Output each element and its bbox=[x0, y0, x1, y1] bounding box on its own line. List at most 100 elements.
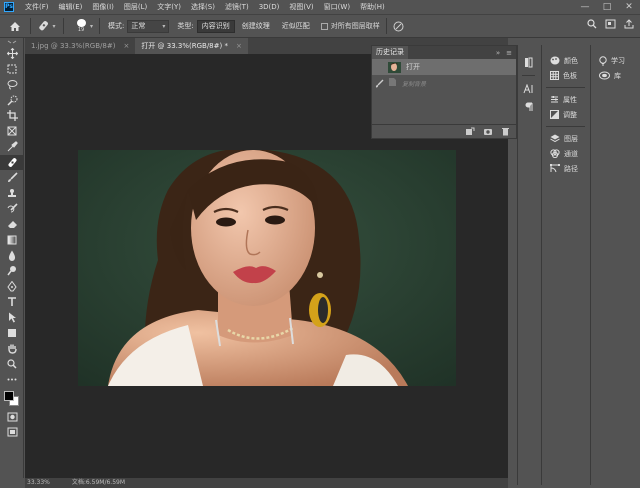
color-swatches[interactable] bbox=[0, 387, 23, 409]
adjustments-icon bbox=[550, 110, 559, 119]
menu-edit[interactable]: 编辑(E) bbox=[54, 2, 88, 12]
dodge-tool[interactable] bbox=[0, 263, 24, 279]
pen-tool[interactable] bbox=[0, 279, 24, 295]
menu-layer[interactable]: 图层(L) bbox=[119, 2, 152, 12]
document-image[interactable] bbox=[78, 150, 456, 386]
mode-value: 正常 bbox=[131, 21, 146, 30]
channels-panel-button[interactable]: 通道 bbox=[542, 146, 589, 161]
blur-drop-icon bbox=[8, 250, 16, 261]
history-source-slot[interactable] bbox=[372, 59, 386, 75]
gradient-tool[interactable] bbox=[0, 232, 24, 248]
menu-view[interactable]: 视图(V) bbox=[284, 2, 318, 12]
quick-select-tool[interactable] bbox=[0, 93, 24, 109]
stamp-tool[interactable] bbox=[0, 186, 24, 202]
history-panel-button[interactable] bbox=[518, 53, 539, 71]
eyedropper-tool[interactable] bbox=[0, 139, 24, 155]
history-icon bbox=[524, 57, 532, 67]
path-select-tool[interactable] bbox=[0, 310, 24, 326]
menu-help[interactable]: 帮助(H) bbox=[355, 2, 390, 12]
layers-panel-button[interactable]: 图层 bbox=[542, 131, 589, 146]
healing-brush-tool[interactable] bbox=[0, 154, 24, 170]
mode-select[interactable]: 正常 ▾ bbox=[127, 19, 170, 33]
new-document-from-state-icon[interactable] bbox=[465, 127, 475, 136]
proximity-match-button[interactable]: 近似匹配 bbox=[277, 20, 315, 33]
screen-mode-button[interactable] bbox=[0, 425, 24, 441]
pressure-size-icon[interactable] bbox=[393, 21, 404, 32]
chevron-down-icon[interactable]: ▾ bbox=[90, 23, 93, 30]
menu-window[interactable]: 窗口(W) bbox=[319, 2, 355, 12]
toolbar-grip[interactable] bbox=[0, 38, 24, 46]
history-brush-tool[interactable] bbox=[0, 201, 24, 217]
history-brush-icon bbox=[7, 203, 18, 213]
share-icon[interactable] bbox=[624, 19, 634, 29]
separator bbox=[63, 18, 64, 34]
character-panel-button[interactable] bbox=[518, 80, 539, 98]
checkbox-box bbox=[320, 22, 328, 30]
brush-size-picker[interactable]: 19 bbox=[74, 19, 88, 33]
brush-tool[interactable] bbox=[0, 170, 24, 186]
history-tab[interactable]: 历史记录 bbox=[372, 46, 408, 59]
paragraph-panel-button[interactable] bbox=[518, 98, 539, 116]
foreground-color[interactable] bbox=[4, 391, 14, 401]
frame-tool[interactable] bbox=[0, 124, 24, 140]
tools-panel bbox=[0, 38, 24, 478]
type-tool[interactable] bbox=[0, 294, 24, 310]
menu-type[interactable]: 文字(Y) bbox=[152, 2, 186, 12]
tab-close-icon[interactable]: × bbox=[236, 38, 242, 54]
collapse-panel-icon[interactable]: » bbox=[496, 49, 500, 57]
separator bbox=[99, 18, 101, 34]
blur-tool[interactable] bbox=[0, 248, 24, 264]
tool-preset-picker[interactable]: ▾ bbox=[37, 17, 57, 35]
panel-label: 库 bbox=[614, 71, 621, 80]
sample-all-layers-checkbox[interactable]: 对所有图层取样 bbox=[320, 21, 380, 31]
zoom-level[interactable]: 33.33% bbox=[27, 478, 50, 488]
marquee-tool[interactable] bbox=[0, 62, 24, 78]
learn-panel-button[interactable]: 学习 bbox=[591, 53, 640, 68]
tab-1jpg[interactable]: 1.jpg @ 33.3%(RGB/8#) × bbox=[25, 38, 135, 54]
properties-panel-button[interactable]: 属性 bbox=[542, 92, 589, 107]
zoom-tool[interactable] bbox=[0, 356, 24, 372]
history-row-duplicate[interactable]: 复制背景 bbox=[372, 75, 516, 91]
content-aware-button[interactable]: 内容识别 bbox=[196, 19, 235, 33]
paths-panel-button[interactable]: 路径 bbox=[542, 161, 589, 176]
move-tool[interactable] bbox=[0, 46, 24, 62]
color-panel-button[interactable]: 颜色 bbox=[542, 53, 589, 68]
tab-open[interactable]: 打开 @ 33.3%(RGB/8#) * × bbox=[135, 38, 248, 54]
camera-icon[interactable] bbox=[483, 127, 493, 136]
frame-icon[interactable] bbox=[605, 19, 616, 29]
home-button[interactable] bbox=[6, 17, 24, 35]
menu-image[interactable]: 图像(I) bbox=[87, 2, 119, 12]
hand-tool[interactable] bbox=[0, 341, 24, 357]
libraries-panel-button[interactable]: 库 bbox=[591, 68, 640, 83]
eraser-tool[interactable] bbox=[0, 217, 24, 233]
history-brush-source[interactable] bbox=[372, 75, 386, 91]
properties-icon bbox=[551, 96, 558, 103]
menu-3d[interactable]: 3D(D) bbox=[254, 3, 285, 11]
history-row-open[interactable]: 打开 bbox=[372, 59, 516, 75]
lasso-tool[interactable] bbox=[0, 77, 24, 93]
brush-size-value: 19 bbox=[77, 27, 85, 33]
adjustments-panel-button[interactable]: 调整 bbox=[542, 107, 589, 122]
create-texture-button[interactable]: 创建纹理 bbox=[237, 20, 275, 33]
menu-select[interactable]: 选择(S) bbox=[186, 2, 220, 12]
minimize-button[interactable]: — bbox=[574, 0, 596, 14]
menu-filter[interactable]: 滤镜(T) bbox=[220, 2, 254, 12]
menu-file[interactable]: 文件(F) bbox=[20, 2, 54, 12]
tab-close-icon[interactable]: × bbox=[123, 38, 129, 54]
swatches-panel-button[interactable]: 色板 bbox=[542, 68, 589, 83]
shape-tool[interactable] bbox=[0, 325, 24, 341]
panel-menu-icon[interactable]: ≡ bbox=[506, 49, 512, 57]
more-tools[interactable] bbox=[0, 372, 24, 388]
maximize-button[interactable]: □ bbox=[596, 0, 618, 14]
quick-mask-button[interactable] bbox=[0, 409, 24, 425]
character-icon bbox=[523, 84, 533, 94]
libraries-icon bbox=[599, 71, 610, 80]
crop-tool[interactable] bbox=[0, 108, 24, 124]
trash-icon[interactable] bbox=[501, 127, 510, 136]
close-window-button[interactable]: ✕ bbox=[618, 0, 640, 14]
search-icon[interactable] bbox=[587, 19, 597, 29]
chevron-down-icon: ▾ bbox=[52, 22, 56, 30]
paths-icon bbox=[550, 164, 560, 173]
quick-mask-icon bbox=[7, 412, 17, 422]
sample-all-layers-label: 对所有图层取样 bbox=[330, 22, 380, 30]
